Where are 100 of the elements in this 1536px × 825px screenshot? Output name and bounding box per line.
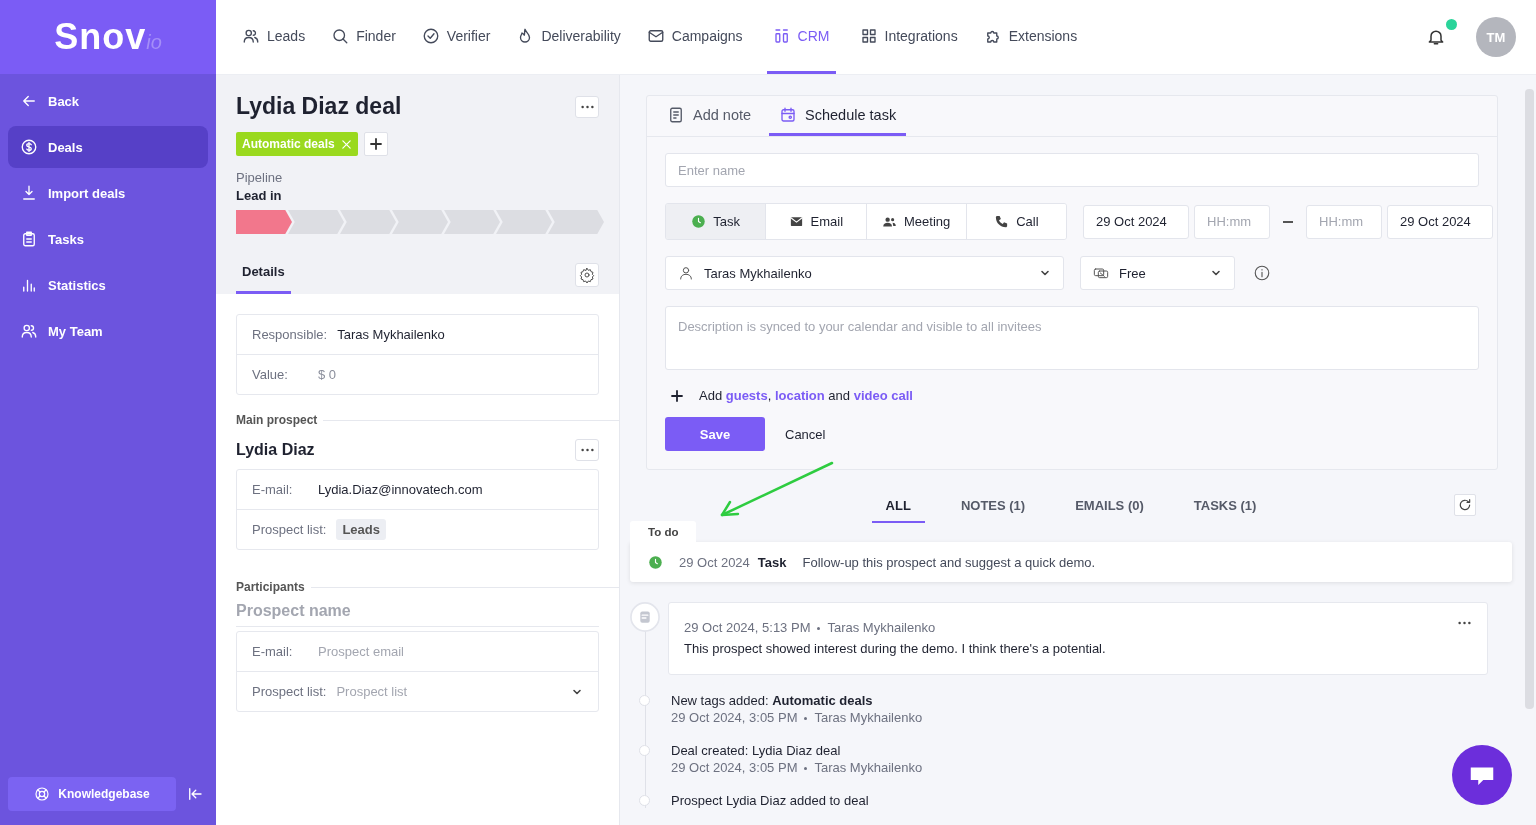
pipeline-stage[interactable] <box>288 210 344 234</box>
nav-tab[interactable]: Finder <box>329 0 398 74</box>
pipeline-label: Pipeline <box>236 170 284 185</box>
field-label: Prospect list: <box>252 684 327 699</box>
prospect-name-field[interactable]: Prospect name <box>236 594 599 627</box>
composer-tab[interactable]: Add note <box>657 96 762 136</box>
sidebar-item[interactable]: Back <box>8 80 208 122</box>
save-button[interactable]: Save <box>665 417 765 451</box>
field-label: E-mail: <box>252 482 294 497</box>
cancel-button[interactable]: Cancel <box>779 425 832 443</box>
knowledgebase-button[interactable]: Knowledgebase <box>8 777 176 811</box>
field-label: E-mail: <box>252 644 294 659</box>
assignee-select[interactable]: Taras Mykhailenko <box>665 256 1064 290</box>
chat-button[interactable] <box>1452 745 1512 805</box>
plus-icon <box>369 138 382 150</box>
type-toggle[interactable]: Call <box>966 204 1066 239</box>
refresh-button[interactable] <box>1454 494 1476 516</box>
nav-tab[interactable]: Verifier <box>419 0 493 74</box>
type-toggle[interactable]: Task <box>666 204 767 239</box>
nav-tab[interactable]: Leads <box>240 0 308 74</box>
pipeline-stage[interactable] <box>236 210 292 234</box>
task-text: Follow-up this prospect and suggest a quick demo. <box>802 554 1096 570</box>
nav-tab[interactable]: Integrations <box>857 0 960 74</box>
sidebar-item[interactable]: Tasks <box>8 218 208 260</box>
date-field[interactable]: 29 Oct 2024 <box>1387 204 1493 239</box>
person-icon <box>678 265 694 281</box>
ellipsis-icon <box>1458 621 1471 625</box>
type-toggle[interactable]: Meeting <box>866 204 967 239</box>
field-label: Prospect list: <box>252 522 327 537</box>
info-icon[interactable] <box>1253 264 1271 282</box>
section-heading: Main prospect <box>236 413 318 427</box>
nav-tab[interactable]: Extensions <box>981 0 1080 74</box>
ellipsis-icon <box>580 104 594 109</box>
note-icon <box>630 602 660 632</box>
timeline-dot <box>639 745 650 756</box>
task-date: 29 Oct 2024 <box>679 554 750 570</box>
lifebuoy-icon <box>34 786 51 802</box>
todo-label: To do <box>630 521 697 542</box>
date-field[interactable]: 29 Oct 2024 <box>1083 204 1189 239</box>
event-date: 29 Oct 2024, 3:05 PM <box>671 760 798 775</box>
time-field[interactable]: HH:mm <box>1306 204 1382 239</box>
note-date: 29 Oct 2024, 5:13 PM <box>684 620 811 635</box>
field-value: Taras Mykhailenko <box>337 327 445 342</box>
sidebar-item[interactable]: Deals <box>8 126 208 168</box>
search-icon <box>331 26 350 45</box>
columns-icon <box>772 26 791 45</box>
clock-icon <box>648 554 663 570</box>
section-heading: Participants <box>236 580 305 594</box>
check-circle-icon <box>421 26 440 45</box>
separator-dot <box>817 627 821 631</box>
plus-icon[interactable] <box>671 389 683 402</box>
timeline-dot <box>639 795 650 806</box>
scrollbar[interactable] <box>1525 89 1534 709</box>
prospect-name: Lydia Diaz <box>236 441 315 459</box>
settings-button[interactable] <box>575 263 599 287</box>
sidebar-item[interactable]: Statistics <box>8 264 208 306</box>
type-toggle[interactable]: Email <box>766 204 867 239</box>
timeline-dot <box>639 695 650 706</box>
clipboard-icon <box>20 230 38 248</box>
separator-dot <box>804 717 808 721</box>
description-field[interactable]: Description is synced to your calendar and visible to all invitees <box>665 306 1479 370</box>
more-button[interactable] <box>1456 619 1473 627</box>
sidebar-item[interactable]: My Team <box>8 310 208 352</box>
nav-tab[interactable]: Campaigns <box>644 0 745 74</box>
list-chip[interactable]: Leads <box>336 519 386 540</box>
event-author: Taras Mykhailenko <box>814 710 923 725</box>
event-text: Prospect Lydia Diaz added to deal <box>671 793 869 808</box>
field-label: Responsible: <box>252 327 328 342</box>
note-author: Taras Mykhailenko <box>827 620 936 635</box>
composer-tab[interactable]: Schedule task <box>769 96 907 136</box>
add-tag-button[interactable] <box>363 132 388 156</box>
event-text: New tags added: Automatic deals <box>671 693 874 708</box>
close-icon[interactable] <box>340 138 352 150</box>
sidebar-item[interactable]: Import deals <box>8 172 208 214</box>
filter-tab[interactable]: ALL <box>871 496 925 523</box>
add-details-link[interactable]: Add guests, location and video call <box>699 388 913 403</box>
filter-tab[interactable]: TASKS (1) <box>1179 496 1271 523</box>
grid-icon <box>859 26 878 45</box>
settings-icon <box>579 267 595 283</box>
filter-tab[interactable]: NOTES (1) <box>946 496 1040 523</box>
envelope-icon <box>788 214 804 229</box>
collapse-icon[interactable] <box>186 785 204 803</box>
details-tab[interactable]: Details <box>236 256 291 294</box>
phone-icon <box>994 214 1010 229</box>
nav-tab[interactable]: Deliverability <box>514 0 623 74</box>
ellipsis-icon <box>580 448 594 452</box>
name-field[interactable]: Enter name <box>665 153 1479 187</box>
people-icon <box>882 214 897 229</box>
stage-name: Lead in <box>236 188 283 203</box>
task-type: Task <box>757 554 787 570</box>
time-field[interactable]: HH:mm <box>1194 204 1270 239</box>
separator-dot <box>804 767 808 771</box>
people-icon <box>20 322 38 340</box>
deal-title: Lydia Diaz deal <box>236 93 402 120</box>
download-icon <box>20 184 38 202</box>
field-label: Value: <box>252 367 289 382</box>
filter-tab[interactable]: EMAILS (0) <box>1061 496 1158 523</box>
event-date: 29 Oct 2024, 3:05 PM <box>671 710 798 725</box>
dollar-icon <box>20 138 38 156</box>
availability-select[interactable]: Free <box>1080 256 1235 290</box>
